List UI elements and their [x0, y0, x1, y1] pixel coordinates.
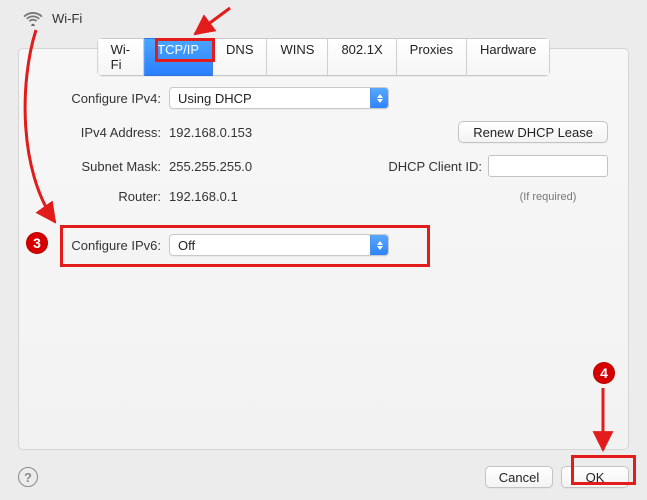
router-label: Router: [39, 189, 169, 204]
form: Configure IPv4: Using DHCP IPv4 Address:… [19, 49, 628, 278]
window-title: Wi-Fi [52, 11, 82, 26]
wifi-icon [22, 10, 44, 26]
tab-hardware[interactable]: Hardware [467, 38, 550, 76]
settings-window: Wi-Fi Wi-Fi TCP/IP DNS WINS 802.1X Proxi… [0, 0, 647, 500]
tab-wins[interactable]: WINS [267, 38, 328, 76]
select-arrows-icon [370, 88, 388, 108]
dhcp-client-id-hint: (If required) [488, 191, 608, 203]
ipv6-config-select[interactable]: Off [169, 234, 389, 256]
ipv4-config-label: Configure IPv4: [39, 91, 169, 106]
tab-8021x[interactable]: 802.1X [328, 38, 396, 76]
tabs: Wi-Fi TCP/IP DNS WINS 802.1X Proxies Har… [97, 38, 551, 76]
ipv4-config-value: Using DHCP [178, 91, 252, 106]
ok-button[interactable]: OK [561, 466, 629, 488]
cancel-button[interactable]: Cancel [485, 466, 553, 488]
tab-dns[interactable]: DNS [213, 38, 267, 76]
ipv4-address-label: IPv4 Address: [39, 125, 169, 140]
ipv4-config-select[interactable]: Using DHCP [169, 87, 389, 109]
router-value: 192.168.0.1 [169, 189, 329, 204]
renew-dhcp-button[interactable]: Renew DHCP Lease [458, 121, 608, 143]
tab-proxies[interactable]: Proxies [397, 38, 467, 76]
ipv6-config-label: Configure IPv6: [39, 238, 169, 253]
help-button[interactable]: ? [18, 467, 38, 487]
footer: ? Cancel OK [18, 466, 629, 488]
subnet-mask-label: Subnet Mask: [39, 159, 169, 174]
dhcp-client-id-input[interactable] [488, 155, 608, 177]
ipv4-address-value: 192.168.0.153 [169, 125, 329, 140]
dhcp-client-id-label: DHCP Client ID: [388, 159, 482, 174]
ipv6-config-value: Off [178, 238, 195, 253]
tab-wifi[interactable]: Wi-Fi [97, 38, 145, 76]
tab-tcpip[interactable]: TCP/IP [144, 38, 213, 76]
settings-panel: Wi-Fi TCP/IP DNS WINS 802.1X Proxies Har… [18, 48, 629, 450]
subnet-mask-value: 255.255.255.0 [169, 159, 329, 174]
select-arrows-icon [370, 235, 388, 255]
